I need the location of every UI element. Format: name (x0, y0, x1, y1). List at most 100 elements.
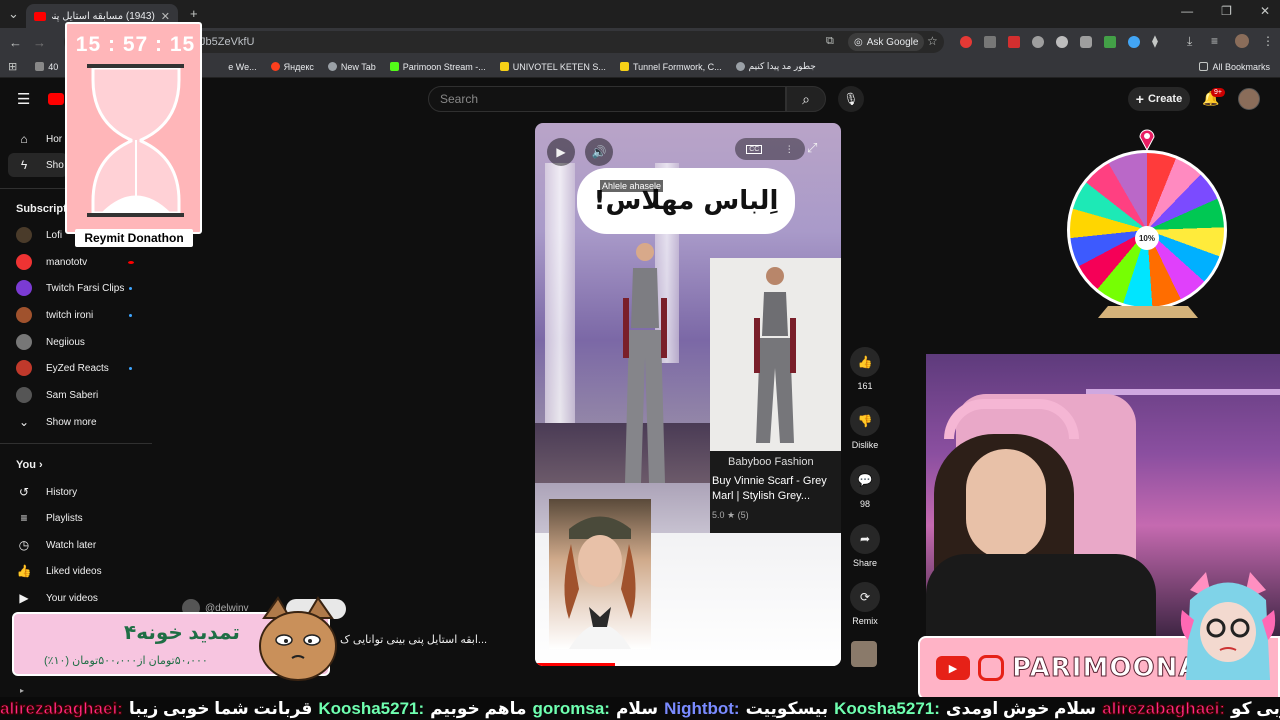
youtube-logo-icon[interactable] (48, 93, 64, 105)
lens-icon: ◎ (854, 36, 863, 48)
ask-google-button[interactable]: ◎ Ask Google (848, 33, 925, 51)
volume-button[interactable]: 🔊 (585, 138, 613, 166)
sidebar-item-playlists[interactable]: ≡ Playlists (16, 506, 82, 530)
video-progress-bar[interactable] (535, 663, 615, 666)
bookmark-item[interactable]: Tunnel Formwork, C... (619, 62, 722, 72)
extension-gray-icon[interactable] (984, 36, 996, 48)
extension-color-icon[interactable] (1104, 36, 1116, 48)
voice-search-button[interactable]: 🎙 (838, 86, 864, 112)
fullscreen-icon[interactable]: ⤢ (807, 140, 817, 156)
all-bookmarks[interactable]: All Bookmarks (1199, 62, 1270, 72)
more-options-icon[interactable]: ⋮ (785, 144, 794, 155)
extension-sound-icon[interactable] (1128, 36, 1140, 48)
sidebar-sub-item[interactable]: Twitch Farsi Clips (16, 276, 124, 300)
comments-button[interactable]: 💬 98 (848, 465, 882, 509)
sidebar-item-your-videos[interactable]: ▶ Your videos (16, 586, 98, 610)
extensions-puzzle-icon[interactable]: ⧫ (1152, 34, 1158, 48)
product-brand: Babyboo Fashion (728, 456, 814, 468)
show-more-button[interactable]: ⌄ Show more (16, 410, 97, 434)
ticker-message: ماهم خوبیم (430, 698, 527, 718)
new-content-dot (129, 367, 132, 370)
sidebar-item-shorts[interactable]: ϟ Sho (8, 153, 68, 177)
donation-goal-progress: ۵۰،۰۰۰تومان از۵۰۰،۰۰۰تومان (۱۰٪) (44, 655, 208, 667)
tab-groups-icon[interactable]: ≡ (1211, 34, 1218, 48)
bookmark-star-icon[interactable]: ☆ (927, 34, 938, 48)
product-card[interactable]: Babyboo Fashion Buy Vinnie Scarf - Grey … (710, 258, 841, 533)
timer-label: Reymit Donathon (75, 229, 193, 247)
new-tab-icon[interactable]: + (190, 6, 198, 21)
profile-avatar[interactable] (1235, 34, 1249, 48)
menu-dots-icon[interactable]: ⋮ (1262, 34, 1274, 48)
sidebar-sub-item[interactable]: twitch ironi (16, 303, 93, 327)
bookmark-item[interactable]: Яндекс (270, 62, 314, 72)
extension-shield-icon[interactable] (1080, 36, 1092, 48)
you-section-title[interactable]: You › (16, 459, 43, 471)
product-title[interactable]: Buy Vinnie Scarf - Grey Marl | Stylish G… (712, 474, 840, 504)
minimize-icon[interactable]: — (1181, 4, 1193, 18)
sidebar-item-home[interactable]: ⌂ Hor (16, 127, 62, 151)
remix-label: Remix (852, 616, 878, 626)
search-button[interactable]: ⌕ (786, 86, 826, 112)
sidebar-sub-item[interactable]: EyZed Reacts (16, 356, 109, 380)
account-avatar[interactable] (1238, 88, 1260, 110)
donation-goal-title: تمدید خونه۴ (124, 622, 240, 644)
tab-search-icon[interactable]: ⌄ (8, 6, 19, 22)
forward-icon[interactable]: → (33, 35, 46, 50)
bookmark-item[interactable]: UNIVOTEL KETEN S... (499, 62, 606, 72)
bookmark-item[interactable]: e We... (228, 62, 256, 72)
shorts-video-player[interactable]: ▶ 🔊 CC ⋮ ⤢ اِلباس مهلاس! Ahlele ahasele … (535, 123, 841, 666)
back-icon[interactable]: ← (9, 35, 22, 50)
notification-count-badge: 9+ (1211, 88, 1225, 97)
live-indicator (128, 261, 134, 264)
sidebar-sub-item[interactable]: Sam Saberi (16, 383, 98, 407)
bookmark-item[interactable]: Parimoon Stream -... (389, 62, 486, 72)
search-input[interactable]: Search (428, 86, 786, 112)
video-icon: ▶ (19, 591, 29, 605)
remix-icon: ⟳ (850, 582, 880, 612)
audio-thumbnail[interactable] (851, 641, 877, 667)
share-label: Share (852, 558, 878, 568)
bookmark-item[interactable]: 40 (35, 62, 58, 72)
sidebar-sub-item[interactable]: manototv (16, 250, 87, 274)
dislike-label: Dislike (851, 440, 879, 450)
hamburger-menu-icon[interactable]: ☰ (17, 90, 30, 108)
captions-icon[interactable]: CC (746, 144, 763, 154)
close-window-icon[interactable]: ✕ (1260, 4, 1270, 18)
tab-close-icon[interactable]: ✕ (161, 10, 170, 23)
ticker-username: alirezabaghaei: (0, 698, 123, 718)
like-count: 161 (857, 381, 873, 391)
subscriptions-title[interactable]: Subscripti (16, 203, 70, 215)
home-icon: ⌂ (20, 132, 28, 146)
dislike-button[interactable]: 👎 Dislike (848, 406, 882, 450)
sidebar-item-liked-videos[interactable]: 👍 Liked videos (16, 559, 102, 583)
thumbs-up-icon: 👍 (16, 564, 32, 578)
like-button[interactable]: 👍 161 (848, 347, 882, 391)
sidebar-item-history[interactable]: ↺ History (16, 480, 77, 504)
inset-person-figure (564, 516, 636, 649)
apps-grid-icon[interactable]: ⊞ (8, 60, 17, 73)
cast-icon[interactable]: ⧉ (826, 35, 834, 48)
extension-glasses-icon[interactable] (1056, 36, 1068, 48)
sidebar-sub-item[interactable]: Lofi (16, 223, 62, 247)
extension-red-icon[interactable] (960, 36, 972, 48)
maximize-icon[interactable]: ❐ (1221, 4, 1232, 18)
share-icon: ➦ (850, 524, 880, 554)
channel-avatar (16, 280, 32, 296)
ticker-username: Nightbot: (664, 698, 740, 718)
share-button[interactable]: ➦ Share (848, 524, 882, 568)
remix-button[interactable]: ⟳ Remix (848, 582, 882, 626)
stream-timer-overlay: 15 : 57 : 15 (65, 22, 202, 234)
download-icon[interactable]: ⤓ (1187, 34, 1192, 49)
product-image (710, 258, 841, 451)
bookmark-item[interactable]: جطور مد پیدا کنیم (735, 61, 816, 72)
sidebar-item-watch-later[interactable]: ◷ Watch later (16, 533, 96, 557)
folder-icon (1199, 62, 1209, 71)
bookmark-item[interactable]: New Tab (327, 62, 376, 72)
sidebar-sub-item[interactable]: Negiious (16, 330, 85, 354)
channel-avatar (16, 387, 32, 403)
product-rating: 5.0 ★ (5) (712, 510, 749, 520)
create-button[interactable]: + Create (1128, 87, 1190, 111)
extension-adblock-icon[interactable] (1008, 36, 1020, 48)
extension-globe-icon[interactable] (1032, 36, 1044, 48)
play-button[interactable]: ▶ (547, 138, 575, 166)
